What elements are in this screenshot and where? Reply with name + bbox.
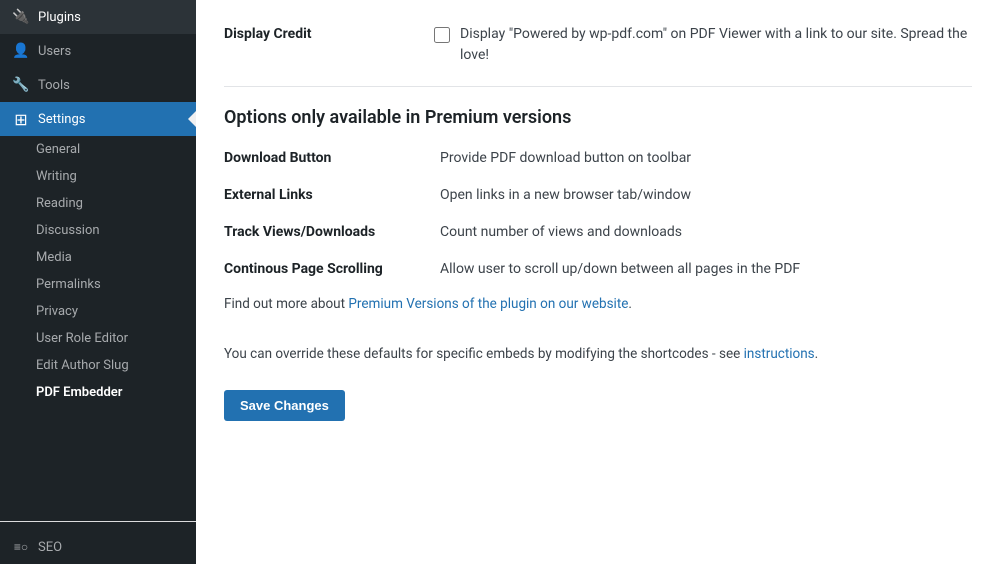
option-row-download: Download Button Provide PDF download but…: [224, 148, 972, 169]
option-value-download: Provide PDF download button on toolbar: [440, 148, 691, 169]
option-label-page-scrolling: Continous Page Scrolling: [224, 259, 424, 277]
premium-heading: Options only available in Premium versio…: [224, 107, 972, 128]
option-label-track-views: Track Views/Downloads: [224, 222, 424, 240]
main-content: Display Credit Display "Powered by wp-pd…: [196, 0, 1000, 564]
override-note-before: You can override these defaults for spec…: [224, 346, 744, 362]
override-note-after: .: [815, 346, 819, 362]
option-value-track-views: Count number of views and downloads: [440, 222, 682, 243]
sidebar-item-label: Users: [38, 44, 71, 59]
settings-icon: ⊞: [12, 110, 30, 128]
save-changes-button[interactable]: Save Changes: [224, 390, 345, 421]
plugins-icon: 🔌: [12, 8, 30, 26]
sidebar-submenu-edit-author-slug[interactable]: Edit Author Slug: [0, 352, 196, 379]
display-credit-description: Display "Powered by wp-pdf.com" on PDF V…: [460, 24, 972, 66]
sidebar-item-tools[interactable]: 🔧 Tools: [0, 68, 196, 102]
sidebar-item-settings[interactable]: ⊞ Settings: [0, 102, 196, 136]
display-credit-checkbox[interactable]: [434, 27, 450, 43]
sidebar-item-users[interactable]: 👤 Users: [0, 34, 196, 68]
tools-icon: 🔧: [12, 76, 30, 94]
seo-icon: ≡○: [12, 538, 30, 556]
users-icon: 👤: [12, 42, 30, 60]
sidebar-item-label: Tools: [38, 78, 70, 93]
sidebar-submenu-user-role-editor[interactable]: User Role Editor: [0, 325, 196, 352]
sidebar-submenu-discussion[interactable]: Discussion: [0, 217, 196, 244]
sidebar-submenu-permalinks[interactable]: Permalinks: [0, 271, 196, 298]
sidebar-submenu-privacy[interactable]: Privacy: [0, 298, 196, 325]
instructions-link[interactable]: instructions: [744, 346, 815, 362]
sidebar-submenu-pdf-embedder[interactable]: PDF Embedder: [0, 379, 196, 406]
display-credit-label: Display Credit: [224, 24, 424, 42]
premium-link-before: Find out more about: [224, 296, 348, 312]
option-row-page-scrolling: Continous Page Scrolling Allow user to s…: [224, 259, 972, 280]
sidebar-item-label: Settings: [38, 112, 85, 127]
override-note: You can override these defaults for spec…: [224, 344, 972, 366]
sidebar-item-plugins[interactable]: 🔌 Plugins: [0, 0, 196, 34]
option-row-external-links: External Links Open links in a new brows…: [224, 185, 972, 206]
display-credit-row: Display Credit Display "Powered by wp-pd…: [224, 24, 972, 87]
sidebar-submenu-writing[interactable]: Writing: [0, 163, 196, 190]
sidebar-item-label: SEO: [38, 540, 62, 555]
premium-options: Download Button Provide PDF download but…: [224, 148, 972, 280]
sidebar: 🔌 Plugins 👤 Users 🔧 Tools ⊞ Settings Gen…: [0, 0, 196, 564]
sidebar-item-label: Plugins: [38, 10, 81, 25]
option-value-external-links: Open links in a new browser tab/window: [440, 185, 691, 206]
sidebar-item-seo[interactable]: ≡○ SEO: [0, 530, 196, 564]
option-label-download: Download Button: [224, 148, 424, 166]
sidebar-submenu-media[interactable]: Media: [0, 244, 196, 271]
premium-link-row: Find out more about Premium Versions of …: [224, 296, 972, 312]
premium-link[interactable]: Premium Versions of the plugin on our we…: [348, 296, 628, 312]
option-label-external-links: External Links: [224, 185, 424, 203]
option-row-track-views: Track Views/Downloads Count number of vi…: [224, 222, 972, 243]
sidebar-submenu-general[interactable]: General: [0, 136, 196, 163]
sidebar-submenu-reading[interactable]: Reading: [0, 190, 196, 217]
premium-link-period: .: [628, 296, 632, 312]
option-value-page-scrolling: Allow user to scroll up/down between all…: [440, 259, 800, 280]
